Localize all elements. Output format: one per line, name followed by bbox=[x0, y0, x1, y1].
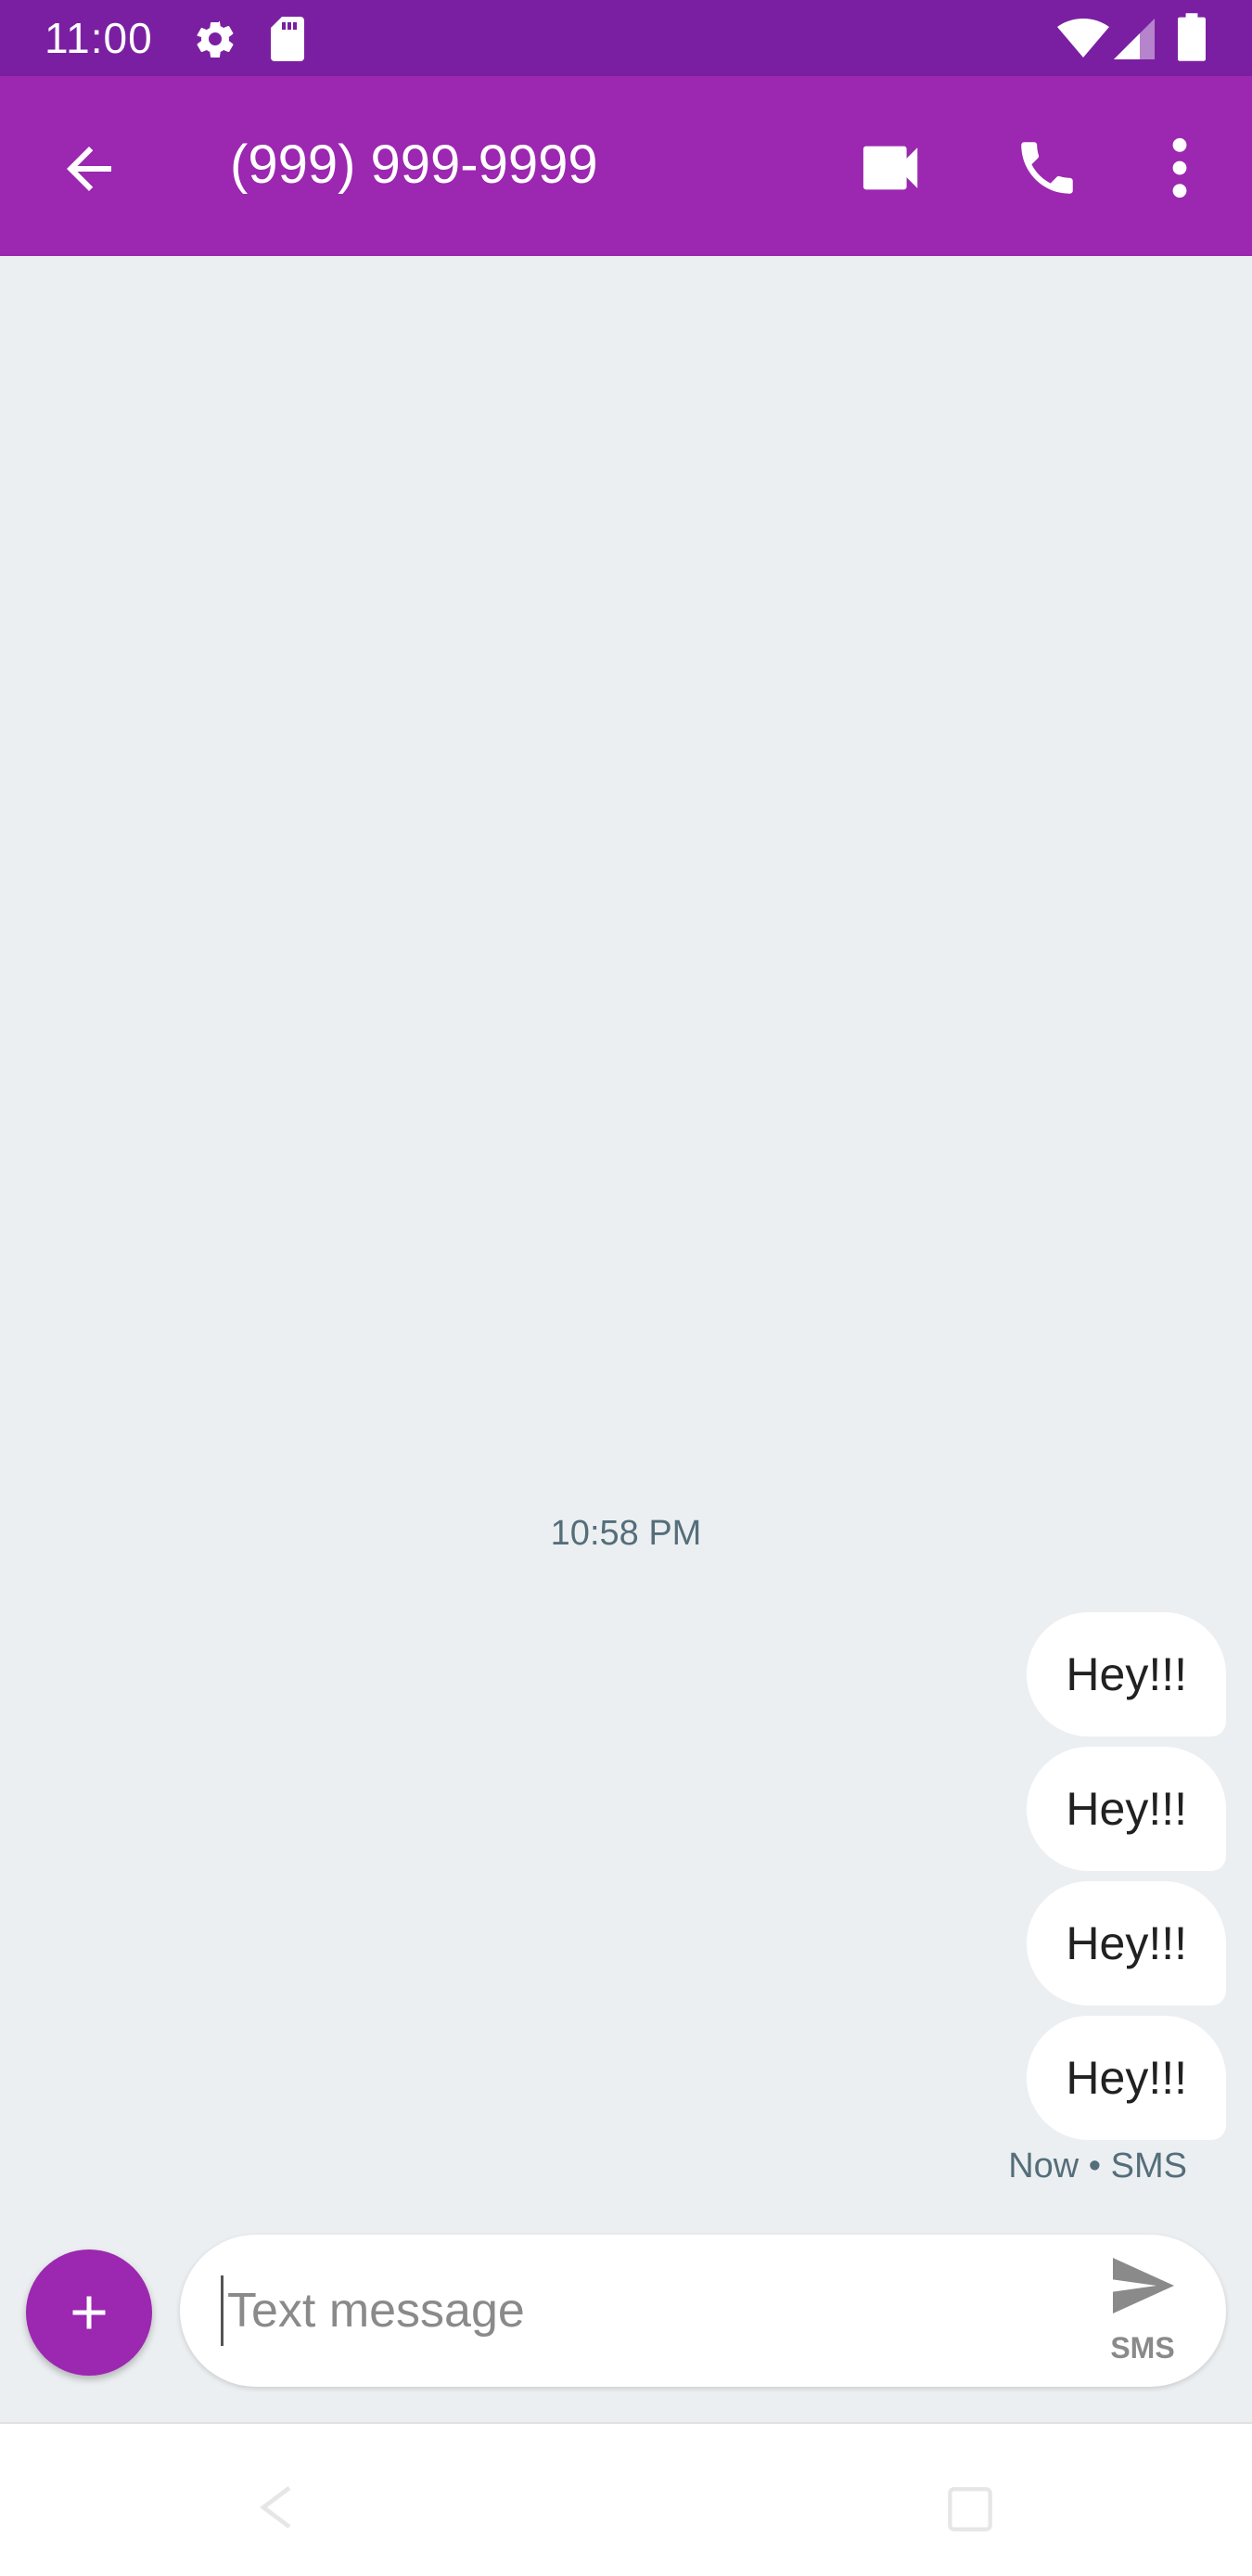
signal-icon bbox=[1114, 19, 1155, 59]
video-call-button[interactable] bbox=[861, 139, 926, 197]
battery-icon bbox=[1178, 13, 1206, 61]
plus-icon bbox=[72, 2296, 106, 2329]
message-input[interactable] bbox=[221, 2275, 1025, 2346]
more-options-button[interactable] bbox=[1159, 134, 1200, 202]
status-bar: 11:00 bbox=[0, 0, 1252, 76]
wifi-icon bbox=[1057, 19, 1109, 58]
status-time: 11:00 bbox=[45, 14, 153, 62]
message-status: Now • SMS bbox=[1008, 2147, 1187, 2185]
gear-icon bbox=[197, 20, 234, 58]
call-button[interactable] bbox=[1013, 134, 1081, 202]
message-bubble[interactable]: Hey!!! bbox=[1027, 1747, 1226, 1871]
app-bar: (999) 999-9999 bbox=[0, 76, 1252, 256]
send-label: SMS bbox=[1110, 2331, 1175, 2365]
nav-back-icon[interactable] bbox=[250, 2481, 302, 2533]
navigation-bar bbox=[0, 2422, 1252, 2576]
video-call-icon bbox=[862, 146, 918, 190]
message-bubble[interactable]: Hey!!! bbox=[1027, 2016, 1226, 2140]
nav-home-icon[interactable] bbox=[582, 2454, 675, 2546]
back-button[interactable] bbox=[56, 135, 122, 202]
contact-title: (999) 999-9999 bbox=[230, 135, 598, 195]
send-icon bbox=[1113, 2258, 1174, 2313]
message-field: SMS bbox=[180, 2235, 1226, 2387]
message-timestamp: 10:58 PM bbox=[550, 1514, 702, 1553]
conversation-area[interactable]: 10:58 PM Hey!!! Hey!!! Hey!!! Hey!!! Now… bbox=[0, 256, 1252, 2422]
attach-button[interactable] bbox=[26, 2249, 152, 2376]
nav-recents-icon[interactable] bbox=[946, 2485, 994, 2533]
message-bubble[interactable]: Hey!!! bbox=[1027, 1612, 1226, 1737]
message-bubble[interactable]: Hey!!! bbox=[1027, 1881, 1226, 2006]
send-button[interactable]: SMS bbox=[1094, 2255, 1191, 2366]
more-vert-icon bbox=[1172, 137, 1187, 199]
back-arrow-icon bbox=[67, 147, 111, 191]
sd-card-icon bbox=[271, 17, 304, 61]
phone-icon bbox=[1021, 142, 1073, 194]
